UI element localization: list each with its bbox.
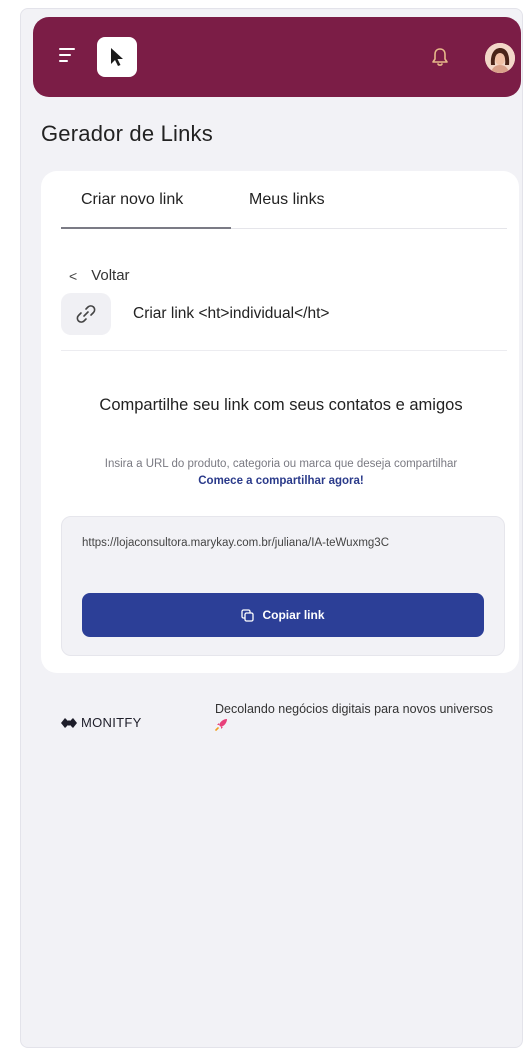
tab-bar: Criar novo link Meus links	[61, 171, 507, 229]
cursor-arrow-icon	[111, 48, 123, 66]
start-sharing-link[interactable]: Comece a compartilhar agora!	[198, 475, 364, 487]
page-title: Gerador de Links	[41, 121, 213, 146]
footer-tagline: Decolando negócios digitais para novos u…	[215, 701, 505, 733]
copy-link-label: Copiar link	[262, 608, 325, 622]
active-tab-indicator	[61, 227, 231, 229]
link-icon	[61, 293, 111, 335]
logo[interactable]	[97, 37, 137, 77]
rocket-icon	[215, 719, 227, 731]
generated-link-panel: https://lojaconsultora.marykay.com.br/ju…	[61, 516, 505, 656]
tab-create-new-link[interactable]: Criar novo link	[81, 191, 183, 209]
share-title: Compartilhe seu link com seus contatos e…	[99, 396, 463, 414]
link-generator-card: Criar novo link Meus links < Voltar Cria…	[41, 171, 519, 673]
footer-tagline-text: Decolando negócios digitais para novos u…	[215, 702, 493, 716]
copy-icon	[241, 608, 255, 622]
bell-icon[interactable]	[430, 46, 450, 68]
chevron-left-icon: <	[69, 267, 78, 284]
back-label: Voltar	[91, 267, 130, 284]
monitfy-logo-icon	[61, 717, 77, 728]
back-button[interactable]: < Voltar	[69, 267, 130, 284]
share-description: Insira a URL do produto, categoria ou ma…	[81, 456, 481, 490]
monitfy-logo: MONITFY	[61, 715, 142, 730]
tab-my-links[interactable]: Meus links	[249, 191, 325, 209]
avatar[interactable]	[485, 43, 515, 73]
generated-url: https://lojaconsultora.marykay.com.br/ju…	[82, 537, 390, 549]
copy-link-button[interactable]: Copiar link	[82, 593, 484, 637]
monitfy-brand: MONITFY	[81, 715, 142, 730]
link-type-row: Criar link <ht>individual</ht>	[61, 293, 507, 351]
top-bar	[33, 17, 521, 97]
menu-icon[interactable]	[59, 48, 75, 64]
share-description-text: Insira a URL do produto, categoria ou ma…	[104, 458, 458, 470]
app-frame: Gerador de Links Criar novo link Meus li…	[20, 8, 523, 1048]
link-type-label: Criar link <ht>individual</ht>	[133, 305, 330, 322]
